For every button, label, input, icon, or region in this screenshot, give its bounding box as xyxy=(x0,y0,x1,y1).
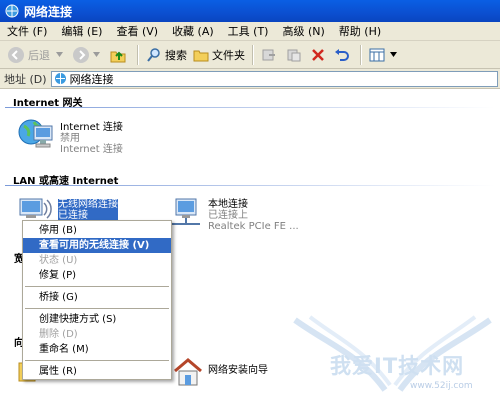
network-setup-wizard-name: 网络安装向导 xyxy=(208,365,268,376)
menu-item-rename[interactable]: 重命名 (M) xyxy=(23,342,171,357)
toolbar-separator xyxy=(360,44,362,65)
move-to-icon xyxy=(262,49,275,60)
back-dropdown[interactable] xyxy=(53,44,69,66)
back-button[interactable]: 后退 xyxy=(4,44,53,66)
folders-button[interactable]: 文件夹 xyxy=(190,44,248,66)
menu-item-delete[interactable]: 删除 (D) xyxy=(23,327,171,342)
local-connection-name: 本地连接 xyxy=(208,199,248,210)
folders-button-label: 文件夹 xyxy=(212,48,245,62)
menu-item-status[interactable]: 状态 (U) xyxy=(23,253,171,268)
views-button[interactable] xyxy=(366,44,403,66)
internet-connection-status: 禁用 xyxy=(60,133,80,144)
internet-connection-name: Internet 连接 xyxy=(60,122,123,133)
move-to-button[interactable] xyxy=(258,44,283,66)
menu-advanced[interactable]: 高级 (N) xyxy=(275,23,331,39)
forward-arrow-icon xyxy=(73,46,89,63)
folder-icon xyxy=(193,50,209,61)
address-value: 网络连接 xyxy=(69,72,114,86)
local-connection-device: Realtek PCIe FE ... xyxy=(208,221,299,232)
internet-connection-item[interactable]: Internet 连接 禁用 Internet 连接 xyxy=(16,116,123,155)
back-button-label: 后退 xyxy=(28,48,50,62)
address-input[interactable]: 网络连接 xyxy=(50,70,498,87)
group-divider xyxy=(5,185,495,186)
menu-edit[interactable]: 编辑 (E) xyxy=(54,23,109,39)
chevron-down-icon xyxy=(56,52,63,57)
lan-connection-icon xyxy=(172,198,200,225)
title-bar[interactable]: 网络连接 xyxy=(0,0,500,22)
toolbar-separator xyxy=(252,44,254,65)
context-menu: 停用 (B) 查看可用的无线连接 (V) 状态 (U) 修复 (P) 桥接 (G… xyxy=(22,220,172,380)
menu-help[interactable]: 帮助 (H) xyxy=(332,23,388,39)
undo-button[interactable] xyxy=(331,44,356,66)
internet-connection-type: Internet 连接 xyxy=(60,144,123,155)
window-title: 网络连接 xyxy=(24,4,73,19)
undo-icon xyxy=(335,48,349,61)
toolbar-separator xyxy=(137,44,139,65)
search-button-label: 搜索 xyxy=(165,48,187,62)
menu-separator xyxy=(25,308,169,309)
menu-item-repair[interactable]: 修复 (P) xyxy=(23,268,171,283)
watermark-url: www.52ij.com xyxy=(410,381,473,391)
local-connection-item[interactable]: 本地连接 已连接上 Realtek PCIe FE ... xyxy=(168,197,299,232)
network-setup-wizard-item[interactable]: 网络安装向导 xyxy=(172,357,268,387)
wireless-connection-name: 无线网络连接 xyxy=(58,199,118,210)
network-connections-icon xyxy=(54,73,66,84)
menu-item-create-shortcut[interactable]: 创建快捷方式 (S) xyxy=(23,312,171,327)
watermark-text: 我爱IT技术网 xyxy=(330,354,465,378)
menu-item-bridge[interactable]: 桥接 (G) xyxy=(23,290,171,305)
menu-separator xyxy=(25,360,169,361)
home-network-icon xyxy=(174,358,202,386)
address-bar: 地址 (D) 网络连接 xyxy=(0,69,500,89)
menu-tools[interactable]: 工具 (T) xyxy=(221,23,276,39)
local-connection-status: 已连接上 xyxy=(208,210,248,221)
search-icon xyxy=(147,47,160,62)
chevron-down-icon xyxy=(390,52,397,57)
forward-button[interactable] xyxy=(69,44,106,66)
copy-to-button[interactable] xyxy=(283,44,308,66)
menu-item-properties[interactable]: 属性 (R) xyxy=(23,364,171,379)
network-connections-icon xyxy=(5,4,19,18)
toolbar: 后退 搜索 文件夹 xyxy=(0,41,500,69)
address-label: 地址 (D) xyxy=(4,72,47,86)
menu-bar: 文件 (F) 编辑 (E) 查看 (V) 收藏 (A) 工具 (T) 高级 (N… xyxy=(0,22,500,41)
copy-to-icon xyxy=(287,49,301,61)
search-button[interactable]: 搜索 xyxy=(143,44,190,66)
folder-up-icon xyxy=(110,51,126,62)
menu-separator xyxy=(25,286,169,287)
chevron-down-icon xyxy=(93,52,100,57)
menu-item-disable[interactable]: 停用 (B) xyxy=(23,223,171,238)
menu-favorites[interactable]: 收藏 (A) xyxy=(165,23,221,39)
delete-button[interactable] xyxy=(308,44,331,66)
up-button[interactable] xyxy=(106,44,133,66)
menu-item-view-available-wireless[interactable]: 查看可用的无线连接 (V) xyxy=(23,238,171,253)
menu-file[interactable]: 文件 (F) xyxy=(0,23,54,39)
views-icon xyxy=(369,48,385,61)
menu-view[interactable]: 查看 (V) xyxy=(109,23,165,39)
internet-gateway-icon xyxy=(18,119,53,148)
group-divider xyxy=(5,107,495,108)
back-arrow-icon xyxy=(8,46,24,63)
delete-x-icon xyxy=(312,48,324,61)
